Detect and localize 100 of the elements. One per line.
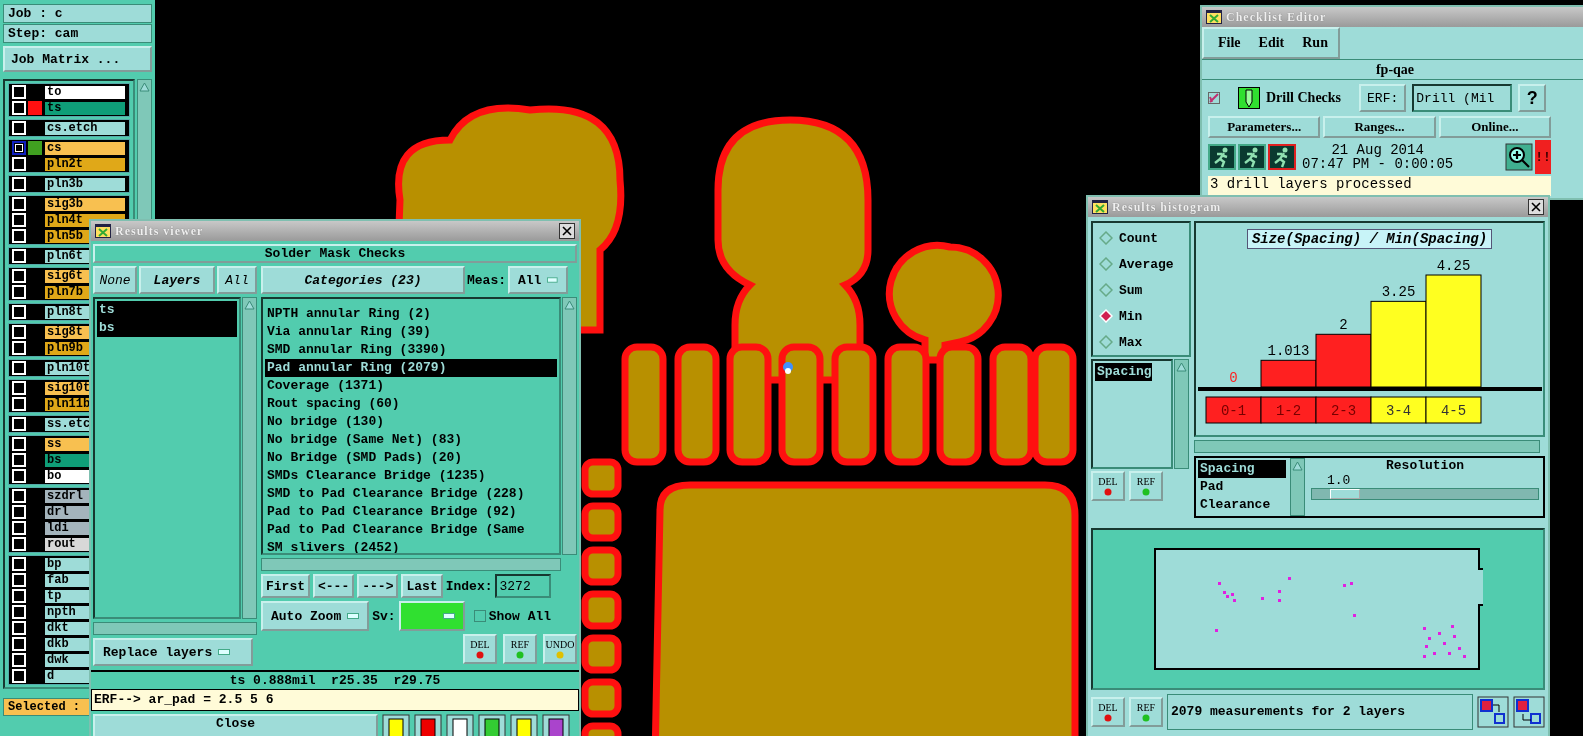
option-button[interactable]: Ranges... — [1323, 116, 1436, 138]
index-field[interactable]: 3272 — [495, 574, 552, 598]
meas-dropdown[interactable]: All — [508, 266, 568, 294]
scrollbar[interactable] — [1194, 440, 1540, 453]
copper-pad — [581, 546, 622, 586]
slider-thumb[interactable] — [1330, 489, 1361, 499]
action-checkbox[interactable] — [1208, 92, 1220, 104]
tool-icon[interactable] — [478, 714, 506, 736]
dot-icon — [476, 651, 484, 659]
nav-button[interactable]: <--- — [313, 574, 355, 598]
tool-icon[interactable] — [382, 714, 410, 736]
category-item[interactable]: SMD annular Ring (3390) — [265, 341, 557, 359]
help-button[interactable]: ? — [1518, 84, 1547, 112]
mode-label[interactable]: Sum — [1119, 282, 1143, 298]
layer-name[interactable]: to — [44, 84, 126, 100]
tool-button[interactable]: DEL — [1091, 697, 1125, 727]
tool-icon[interactable] — [446, 714, 474, 736]
category-item[interactable]: Pad annular Ring (2079) — [265, 359, 557, 377]
menu-item[interactable]: File — [1218, 35, 1241, 51]
category-item[interactable]: Rout spacing (60) — [265, 395, 557, 413]
close-window-button[interactable]: Close — [93, 714, 378, 736]
measure-item[interactable]: Spacing — [1095, 363, 1152, 381]
tool-button[interactable]: REF — [503, 634, 537, 664]
field-item[interactable]: Pad — [1198, 478, 1286, 496]
scrollbar[interactable] — [93, 622, 257, 635]
tool-button[interactable]: UNDO — [543, 634, 577, 664]
tool-icon[interactable] — [510, 714, 538, 736]
close-button[interactable] — [559, 223, 575, 239]
radio-button[interactable] — [1099, 257, 1113, 271]
erf-button[interactable]: ERF: — [1359, 84, 1407, 112]
layer-name[interactable]: sig3b — [44, 196, 126, 212]
category-item[interactable]: SM slivers (2452) — [265, 539, 557, 553]
layer-name[interactable]: ts — [44, 100, 126, 116]
layer-checkbox[interactable] — [12, 141, 26, 155]
menu-item[interactable]: Edit — [1258, 35, 1285, 51]
alert-button[interactable]: !! — [1535, 140, 1551, 174]
category-item[interactable]: NPTH annular Ring (2) — [265, 305, 557, 323]
category-item[interactable]: Via annular Ring (39) — [265, 323, 557, 341]
resolution-slider[interactable] — [1311, 488, 1539, 500]
nav-button[interactable]: Last — [401, 574, 443, 598]
field-item[interactable]: Spacing — [1198, 460, 1286, 478]
none-button[interactable]: None — [93, 266, 137, 294]
category-item[interactable]: No Bridge (SMD Pads) (20) — [265, 449, 557, 467]
category-item[interactable]: Pad to Pad Clearance Bridge (92) — [265, 503, 557, 521]
radio-button[interactable] — [1099, 335, 1113, 349]
replace-layers-dropdown[interactable]: Replace layers — [93, 638, 253, 666]
tool-icon[interactable] — [542, 714, 570, 736]
zoom-in-icon[interactable] — [1505, 143, 1533, 171]
window-menu-icon[interactable] — [95, 224, 111, 238]
category-item[interactable]: Coverage (1371) — [265, 377, 557, 395]
mode-label[interactable]: Max — [1119, 334, 1143, 350]
category-item[interactable]: No bridge (130) — [265, 413, 557, 431]
all-button[interactable]: All — [217, 266, 257, 294]
category-item[interactable]: SMDs Clearance Bridge (1235) — [265, 467, 557, 485]
show-all-checkbox[interactable] — [473, 610, 486, 622]
tool-button[interactable]: DEL — [1091, 471, 1125, 501]
scrollbar[interactable] — [1290, 458, 1305, 516]
export-icon[interactable] — [1477, 696, 1509, 728]
layer-name[interactable]: cs — [44, 140, 126, 156]
running-figure-icon[interactable] — [1238, 144, 1266, 170]
mode-label[interactable]: Min — [1119, 308, 1143, 324]
running-figure-icon[interactable] — [1268, 144, 1296, 170]
job-matrix-button[interactable]: Job Matrix ... — [3, 46, 152, 72]
close-button[interactable] — [1528, 199, 1544, 215]
categories-button[interactable]: Categories (23) — [261, 266, 465, 294]
tool-button[interactable]: REF — [1129, 471, 1163, 501]
tool-button[interactable]: REF — [1129, 697, 1163, 727]
mode-label[interactable]: Average — [1119, 256, 1174, 272]
scrollbar[interactable] — [242, 297, 257, 619]
nav-button[interactable]: ---> — [357, 574, 399, 598]
layer-name[interactable]: pln2t — [44, 156, 126, 172]
bin-label: 3-4 — [1385, 403, 1411, 419]
option-button[interactable]: Online... — [1438, 116, 1551, 138]
window-menu-icon[interactable] — [1206, 10, 1222, 24]
radio-button[interactable] — [1099, 283, 1113, 297]
tool-icon[interactable] — [414, 714, 442, 736]
radio-button[interactable] — [1099, 231, 1113, 245]
option-button[interactable]: Parameters... — [1208, 116, 1321, 138]
layer-name[interactable]: cs.etch — [44, 120, 126, 136]
menu-item[interactable]: Run — [1302, 35, 1328, 51]
layer-item[interactable]: bs — [97, 319, 237, 337]
scrollbar[interactable] — [1174, 359, 1189, 469]
category-item[interactable]: SMD to Pad Clearance Bridge (228) — [265, 485, 557, 503]
running-figure-icon[interactable] — [1208, 144, 1236, 170]
category-item[interactable]: Pad to Pad Clearance Bridge (Same — [265, 521, 557, 539]
header-button[interactable]: Solder Mask Checks — [93, 244, 577, 263]
scrollbar[interactable] — [562, 297, 577, 555]
scrollbar[interactable] — [261, 558, 561, 571]
export-icon[interactable] — [1513, 696, 1545, 728]
window-menu-icon[interactable] — [1092, 200, 1108, 214]
category-item[interactable]: No bridge (Same Net) (83) — [265, 431, 557, 449]
layer-item[interactable]: ts — [97, 301, 237, 319]
layer-name[interactable]: pln3b — [44, 176, 126, 192]
zoom-mode-dropdown[interactable]: Auto Zoom — [261, 601, 370, 631]
field-item[interactable]: Clearance — [1198, 496, 1286, 514]
layers-button[interactable]: Layers — [139, 266, 215, 294]
mode-label[interactable]: Count — [1119, 230, 1158, 246]
nav-button[interactable]: First — [261, 574, 310, 598]
tool-button[interactable]: DEL — [463, 634, 497, 664]
erf-field[interactable]: Drill (Mil — [1412, 84, 1513, 112]
